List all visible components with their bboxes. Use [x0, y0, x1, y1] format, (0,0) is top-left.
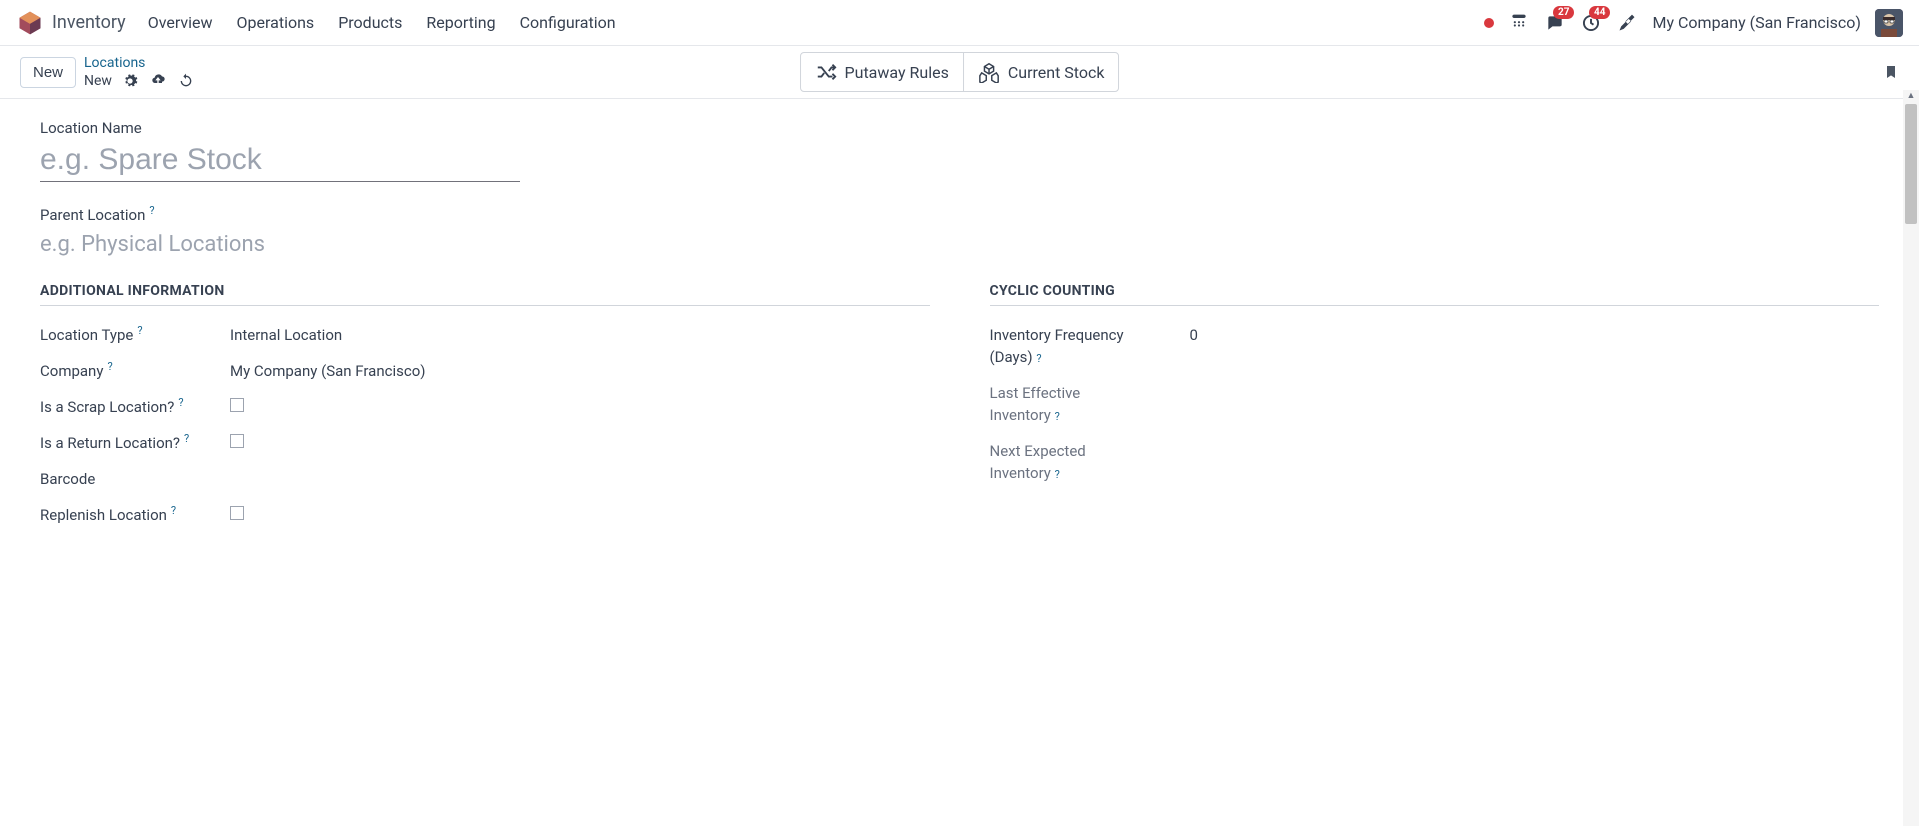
shuffle-icon	[815, 61, 837, 83]
recording-indicator-icon[interactable]	[1484, 18, 1494, 28]
scrollbar[interactable]: ▲	[1903, 104, 1919, 826]
help-icon[interactable]: ?	[137, 324, 142, 337]
cloud-upload-icon[interactable]	[150, 73, 166, 89]
breadcrumb-current: New	[84, 72, 194, 90]
location-type-row: Location Type ? Internal Location	[40, 326, 930, 344]
help-icon[interactable]: ?	[184, 432, 189, 445]
inventory-frequency-label: Inventory Frequency (Days) ?	[990, 326, 1190, 366]
help-icon[interactable]: ?	[171, 504, 176, 517]
form-sheet: Location Name Parent Location ? e.g. Phy…	[0, 99, 1919, 821]
location-name-label: Location Name	[40, 119, 1879, 137]
location-type-value[interactable]: Internal Location	[230, 326, 342, 344]
app-logo-icon[interactable]	[16, 9, 44, 37]
topbar-right: 27 44 My Company (San Francisco)	[1484, 9, 1903, 37]
app-title[interactable]: Inventory	[52, 12, 126, 33]
company-switcher[interactable]: My Company (San Francisco)	[1652, 13, 1861, 32]
gear-icon[interactable]	[122, 73, 138, 89]
parent-location-input[interactable]: e.g. Physical Locations	[40, 228, 1879, 257]
messages-badge: 27	[1553, 6, 1574, 19]
location-name-field: Location Name	[40, 119, 1879, 182]
scrollbar-thumb[interactable]	[1905, 104, 1917, 224]
putaway-rules-button[interactable]: Putaway Rules	[801, 53, 963, 91]
help-icon[interactable]: ?	[1055, 410, 1060, 423]
parent-location-label: Parent Location ?	[40, 206, 1879, 224]
stat-button-group: Putaway Rules Current Stock	[800, 52, 1120, 92]
scrollbar-up-icon[interactable]: ▲	[1903, 90, 1919, 104]
current-stock-button[interactable]: Current Stock	[963, 53, 1119, 91]
location-type-label: Location Type ?	[40, 326, 230, 344]
new-button[interactable]: New	[20, 57, 76, 88]
next-expected-label: Next Expected Inventory ?	[990, 442, 1190, 482]
user-avatar[interactable]	[1875, 9, 1903, 37]
nav-configuration[interactable]: Configuration	[520, 13, 616, 32]
activities-icon[interactable]: 44	[1580, 12, 1602, 34]
return-location-row: Is a Return Location? ?	[40, 434, 930, 452]
breadcrumb-current-label: New	[84, 72, 112, 90]
nav-operations[interactable]: Operations	[237, 13, 315, 32]
location-name-input[interactable]	[40, 141, 520, 182]
nav-products[interactable]: Products	[338, 13, 402, 32]
replenish-location-row: Replenish Location ?	[40, 506, 930, 524]
replenish-location-label: Replenish Location ?	[40, 506, 230, 524]
additional-info-section: ADDITIONAL INFORMATION Location Type ? I…	[40, 283, 930, 542]
barcode-label: Barcode	[40, 470, 230, 488]
top-navbar: Inventory Overview Operations Products R…	[0, 0, 1919, 46]
inventory-frequency-row: Inventory Frequency (Days) ? 0	[990, 326, 1880, 366]
company-value[interactable]: My Company (San Francisco)	[230, 362, 425, 380]
breadcrumb: Locations New	[84, 54, 194, 90]
messages-icon[interactable]: 27	[1544, 12, 1566, 34]
return-location-label: Is a Return Location? ?	[40, 434, 230, 452]
undo-icon[interactable]	[178, 73, 194, 89]
putaway-rules-label: Putaway Rules	[845, 63, 949, 82]
scrap-location-row: Is a Scrap Location? ?	[40, 398, 930, 416]
next-expected-row: Next Expected Inventory ?	[990, 442, 1880, 482]
last-effective-label: Last Effective Inventory ?	[990, 384, 1190, 424]
company-row: Company ? My Company (San Francisco)	[40, 362, 930, 380]
help-icon[interactable]: ?	[107, 360, 112, 373]
breadcrumb-parent[interactable]: Locations	[84, 54, 194, 72]
scrap-location-checkbox[interactable]	[230, 398, 244, 412]
help-icon[interactable]: ?	[1055, 468, 1060, 481]
nav-reporting[interactable]: Reporting	[426, 13, 495, 32]
current-stock-label: Current Stock	[1008, 63, 1105, 82]
control-bar: New Locations New Putaway Rules	[0, 46, 1919, 99]
nav-overview[interactable]: Overview	[148, 13, 213, 32]
last-effective-row: Last Effective Inventory ?	[990, 384, 1880, 424]
bookmark-icon[interactable]	[1883, 62, 1899, 82]
additional-info-header: ADDITIONAL INFORMATION	[40, 283, 930, 306]
help-icon[interactable]: ?	[149, 204, 154, 217]
dialpad-icon[interactable]	[1508, 12, 1530, 34]
status-icons	[122, 73, 194, 89]
cyclic-counting-section: CYCLIC COUNTING Inventory Frequency (Day…	[990, 283, 1880, 542]
scrap-location-label: Is a Scrap Location? ?	[40, 398, 230, 416]
return-location-checkbox[interactable]	[230, 434, 244, 448]
barcode-row: Barcode	[40, 470, 930, 488]
company-label: Company ?	[40, 362, 230, 380]
tools-icon[interactable]	[1616, 12, 1638, 34]
help-icon[interactable]: ?	[1036, 352, 1041, 365]
form-columns: ADDITIONAL INFORMATION Location Type ? I…	[40, 283, 1879, 542]
parent-location-field: Parent Location ? e.g. Physical Location…	[40, 206, 1879, 257]
help-icon[interactable]: ?	[178, 396, 183, 409]
cyclic-counting-header: CYCLIC COUNTING	[990, 283, 1880, 306]
inventory-frequency-value[interactable]: 0	[1190, 326, 1198, 344]
main-nav: Overview Operations Products Reporting C…	[148, 13, 616, 32]
boxes-icon	[978, 61, 1000, 83]
replenish-location-checkbox[interactable]	[230, 506, 244, 520]
activities-badge: 44	[1589, 6, 1610, 19]
